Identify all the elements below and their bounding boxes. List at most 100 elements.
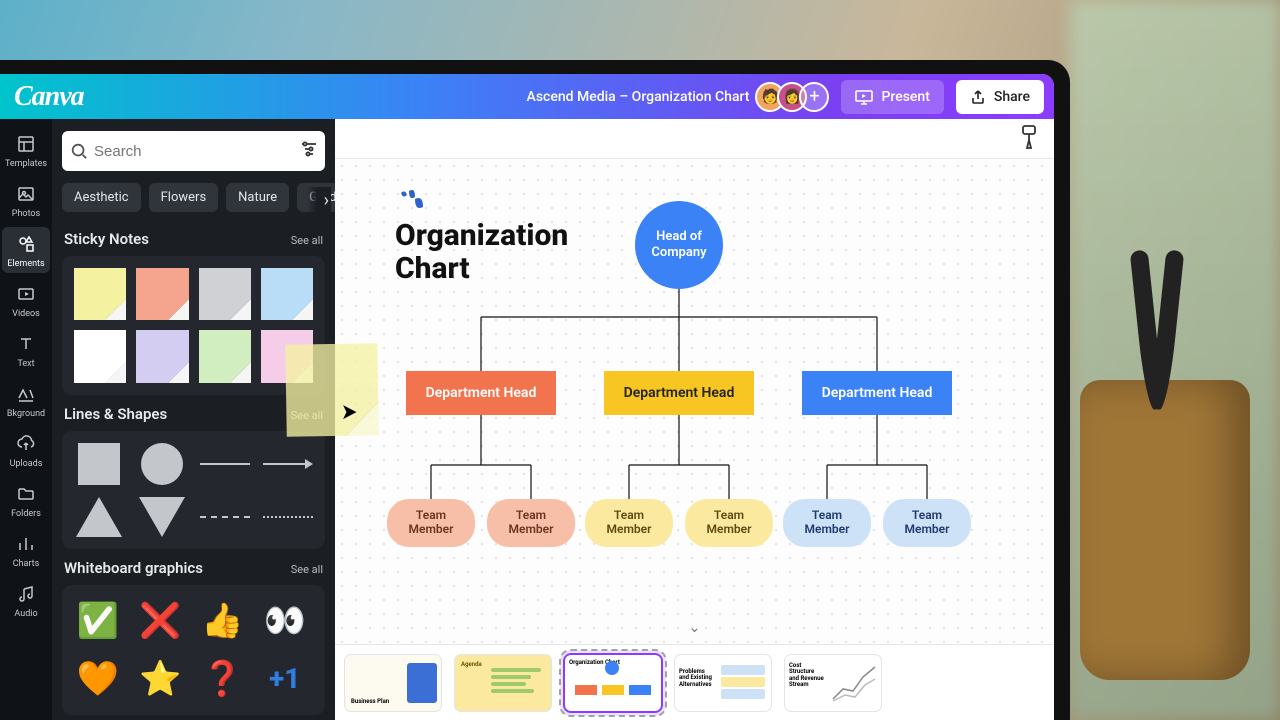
collaborator-avatars: 🧑 👩 +: [763, 82, 829, 112]
rail-label: Elements: [7, 259, 44, 269]
add-collaborator-button[interactable]: +: [799, 82, 829, 112]
slide-thumb-1[interactable]: Business Plan: [345, 655, 441, 711]
node-dept-3[interactable]: Department Head: [802, 371, 952, 415]
node-team-1b[interactable]: TeamMember: [487, 499, 575, 547]
sticky-lavender[interactable]: [136, 330, 188, 382]
suggestion-chips: Aesthetic Flowers Nature Gradient: [62, 183, 325, 212]
canvas-area: OrganizationChart Head of Company: [335, 119, 1054, 720]
canvas[interactable]: OrganizationChart Head of Company: [335, 159, 1054, 644]
background-icon: [15, 383, 37, 405]
sticker-check[interactable]: ✅: [74, 597, 122, 645]
node-team-3b[interactable]: TeamMember: [883, 499, 971, 547]
sticker-heart[interactable]: 🧡: [74, 655, 122, 703]
node-team-3a[interactable]: TeamMember: [783, 499, 871, 547]
filter-icon[interactable]: [299, 140, 319, 162]
share-button[interactable]: Share: [956, 80, 1044, 114]
rail-label: Bkground: [7, 409, 45, 419]
folders-icon: [15, 483, 37, 505]
node-team-2b[interactable]: TeamMember: [685, 499, 773, 547]
shape-dotted-line[interactable]: [263, 516, 313, 518]
present-icon: [855, 89, 873, 105]
shape-square[interactable]: [78, 443, 120, 485]
rail-background[interactable]: Bkground: [2, 377, 50, 423]
format-painter-icon[interactable]: [1018, 124, 1040, 154]
section-title-lines: Lines & Shapes: [64, 405, 167, 423]
sticker-question[interactable]: ❓: [199, 655, 247, 703]
templates-icon: [15, 133, 37, 155]
rail-photos[interactable]: Photos: [2, 177, 50, 223]
app-header: Canva Ascend Media – Organization Chart …: [0, 74, 1054, 119]
rail-text[interactable]: Text: [2, 327, 50, 373]
sticky-white[interactable]: [74, 330, 126, 382]
sticky-yellow[interactable]: [74, 268, 126, 320]
sticker-thumbs[interactable]: 👍: [199, 597, 247, 645]
present-button[interactable]: Present: [841, 80, 943, 114]
see-all-sticky[interactable]: See all: [291, 234, 323, 247]
share-icon: [970, 89, 986, 105]
sticker-eyes[interactable]: 👀: [261, 597, 309, 645]
rail-label: Charts: [13, 559, 40, 569]
search-input[interactable]: [94, 143, 293, 160]
rail-videos[interactable]: Videos: [2, 277, 50, 323]
section-title-whiteboard: Whiteboard graphics: [64, 559, 203, 577]
collapse-filmstrip-icon[interactable]: ⌄: [683, 618, 707, 638]
node-team-1a[interactable]: TeamMember: [387, 499, 475, 547]
sticker-plus-one[interactable]: +1: [261, 655, 309, 703]
chip-nature[interactable]: Nature: [226, 183, 289, 212]
sticky-gray[interactable]: [199, 268, 251, 320]
charts-icon: [15, 533, 37, 555]
shape-arrow[interactable]: [263, 459, 313, 469]
node-dept-1[interactable]: Department Head: [406, 371, 556, 415]
chip-gradient[interactable]: Gradient: [297, 183, 335, 212]
node-dept-2[interactable]: Department Head: [604, 371, 754, 415]
whiteboard-card: ✅ ❌ 👍 👀 🧡 ⭐ ❓ +1: [62, 585, 325, 715]
videos-icon: [15, 283, 37, 305]
shape-circle[interactable]: [141, 443, 183, 485]
slide-thumb-5[interactable]: Cost Structure and Revenue Stream: [785, 655, 881, 711]
shape-line[interactable]: [200, 463, 250, 465]
search-field[interactable]: [62, 131, 325, 171]
text-icon: [15, 333, 37, 355]
slide-thumb-2[interactable]: Agenda: [455, 655, 551, 711]
app-logo[interactable]: Canva: [14, 81, 84, 113]
rail-charts[interactable]: Charts: [2, 527, 50, 573]
rail-templates[interactable]: Templates: [2, 127, 50, 173]
rail-label: Uploads: [10, 459, 43, 469]
slide-thumb-4[interactable]: Problems and Existing Alternatives: [675, 655, 771, 711]
dragging-sticky-note[interactable]: [285, 343, 379, 437]
node-head-of-company[interactable]: Head of Company: [635, 201, 723, 289]
rail-label: Audio: [14, 609, 37, 619]
see-all-whiteboard[interactable]: See all: [291, 563, 323, 576]
company-logo-icon[interactable]: [397, 189, 427, 213]
nav-rail: Templates Photos Elements Videos Text Bk…: [0, 119, 52, 720]
sticker-star[interactable]: ⭐: [136, 655, 184, 703]
rail-label: Folders: [11, 509, 41, 519]
present-label: Present: [881, 89, 929, 105]
shape-triangle-down[interactable]: [139, 497, 185, 537]
chip-flowers[interactable]: Flowers: [149, 183, 219, 212]
canvas-toolbar: [335, 119, 1054, 159]
rail-folders[interactable]: Folders: [2, 477, 50, 523]
sticky-coral[interactable]: [136, 268, 188, 320]
sticky-blue[interactable]: [261, 268, 313, 320]
sticker-cross[interactable]: ❌: [136, 597, 184, 645]
shape-triangle-up[interactable]: [76, 497, 122, 537]
slide-thumb-3[interactable]: Organization Chart: [565, 655, 661, 711]
uploads-icon: [15, 433, 37, 455]
chart-title[interactable]: OrganizationChart: [395, 219, 568, 285]
audio-icon: [15, 583, 37, 605]
rail-uploads[interactable]: Uploads: [2, 427, 50, 473]
search-icon: [70, 142, 88, 160]
rail-label: Text: [17, 359, 34, 369]
rail-label: Videos: [12, 309, 40, 319]
node-team-2a[interactable]: TeamMember: [585, 499, 673, 547]
shape-dashed-line[interactable]: [200, 516, 250, 518]
elements-icon: [15, 233, 37, 255]
section-title-sticky: Sticky Notes: [64, 230, 149, 248]
rail-elements[interactable]: Elements: [2, 227, 50, 273]
sticky-green[interactable]: [199, 330, 251, 382]
chip-aesthetic[interactable]: Aesthetic: [62, 183, 141, 212]
rail-audio[interactable]: Audio: [2, 577, 50, 623]
document-title[interactable]: Ascend Media – Organization Chart: [527, 89, 764, 105]
rail-label: Templates: [5, 159, 47, 169]
